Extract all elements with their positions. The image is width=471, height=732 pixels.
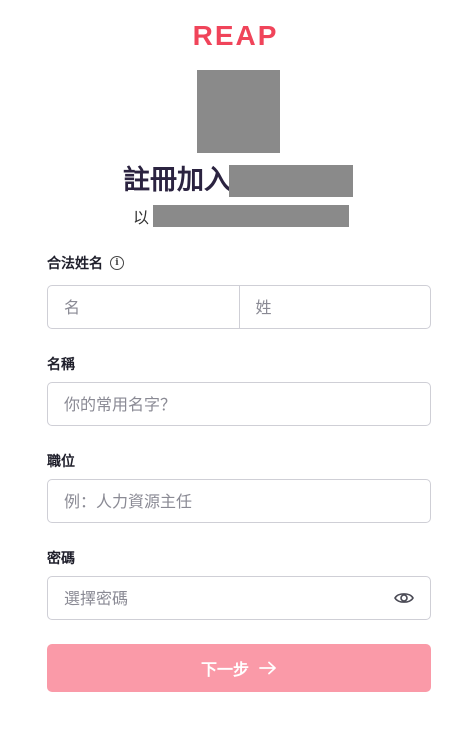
job-title-label: 職位 <box>47 451 75 471</box>
display-name-label-text: 名稱 <box>47 357 75 373</box>
display-name-field <box>47 382 431 426</box>
legal-name-label: 合法姓名 i <box>47 253 124 273</box>
display-name-input[interactable] <box>48 383 430 425</box>
last-name-input[interactable] <box>239 286 430 328</box>
company-name-redacted <box>229 165 353 197</box>
job-title-field <box>47 479 431 523</box>
eye-icon[interactable] <box>394 590 414 606</box>
password-label: 密碼 <box>47 548 75 568</box>
subtitle-prefix: 以 <box>133 208 150 227</box>
first-name-wrapper <box>48 286 239 328</box>
last-name-wrapper <box>238 286 430 328</box>
next-button[interactable]: 下一步 <box>47 644 431 692</box>
display-name-label: 名稱 <box>47 354 75 374</box>
email-redacted <box>153 205 350 227</box>
page-subtitle: 以 <box>133 205 350 227</box>
job-title-label-text: 職位 <box>47 454 75 470</box>
page-title: 註冊加入 <box>123 164 353 198</box>
job-title-input[interactable] <box>48 480 430 522</box>
legal-name-field-group <box>47 285 431 329</box>
password-input[interactable] <box>48 577 430 619</box>
info-icon[interactable]: i <box>110 256 124 270</box>
first-name-input[interactable] <box>48 286 239 328</box>
reap-logo: REAP <box>192 20 279 51</box>
next-button-label: 下一步 <box>200 660 249 679</box>
company-logo-redacted <box>197 70 280 153</box>
legal-name-label-text: 合法姓名 <box>47 256 103 272</box>
password-label-text: 密碼 <box>47 551 75 567</box>
arrow-right-icon <box>259 661 276 675</box>
password-field <box>47 576 431 620</box>
page-title-text: 註冊加入 <box>123 165 231 196</box>
